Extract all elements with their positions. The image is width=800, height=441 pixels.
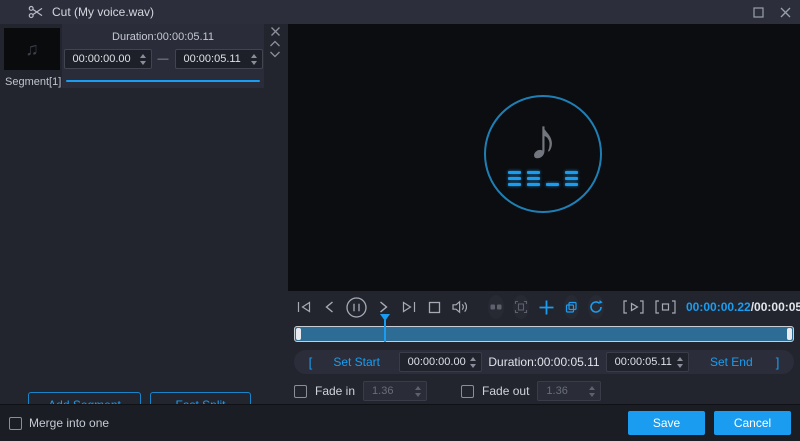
spinner-down-icon[interactable] bbox=[415, 392, 422, 397]
open-bracket: [ bbox=[308, 354, 313, 370]
segment-start-spinner[interactable] bbox=[137, 53, 149, 65]
trim-end-handle[interactable] bbox=[787, 328, 792, 340]
segment-progress-line bbox=[66, 80, 260, 82]
segment-start-value[interactable]: 00:00:00.00 bbox=[73, 53, 137, 65]
spinner-up-icon[interactable] bbox=[470, 356, 477, 361]
fade-out-input[interactable]: 1.36 bbox=[537, 381, 602, 401]
set-end-button[interactable]: Set End bbox=[695, 355, 767, 369]
range-separator: — bbox=[157, 53, 169, 65]
fade-in-value: 1.36 bbox=[372, 385, 394, 397]
spinner-down-icon[interactable] bbox=[589, 392, 596, 397]
trim-start-input[interactable]: 00:00:00.00 bbox=[398, 352, 483, 372]
segment-list-panel: ♫ Segment[1] Duration:00:00:05.11 00:00:… bbox=[0, 24, 288, 418]
segment-thumbnail[interactable]: ♫ bbox=[4, 28, 60, 70]
spinner-up-icon[interactable] bbox=[677, 356, 684, 361]
timeline[interactable] bbox=[294, 314, 794, 346]
segment-start-input[interactable]: 00:00:00.00 bbox=[63, 49, 152, 69]
trim-end-value[interactable]: 00:00:05.11 bbox=[615, 356, 675, 368]
playhead-line bbox=[384, 320, 386, 342]
spinner-up-icon[interactable] bbox=[415, 385, 422, 390]
fade-out-spinner[interactable] bbox=[586, 385, 598, 397]
trim-duration-label: Duration:00:00:05.11 bbox=[488, 355, 600, 369]
merge-label: Merge into one bbox=[29, 416, 110, 430]
move-up-icon[interactable] bbox=[269, 39, 281, 48]
trim-end-spinner[interactable] bbox=[674, 356, 686, 368]
music-notes-icon: ♫ bbox=[25, 38, 39, 59]
segment-end-spinner[interactable] bbox=[248, 53, 260, 65]
merge-option[interactable]: Merge into one bbox=[9, 416, 109, 430]
fade-in-input[interactable]: 1.36 bbox=[363, 381, 428, 401]
spinner-up-icon[interactable] bbox=[589, 385, 596, 390]
preview-panel: ♪ 00:00:00.22/00:00:05 [Set Start 00:00… bbox=[288, 24, 800, 404]
segment-duration-label: Duration:00:00:05.11 bbox=[112, 31, 214, 43]
trim-start-spinner[interactable] bbox=[467, 356, 479, 368]
spinner-up-icon[interactable] bbox=[250, 53, 257, 58]
timeline-track[interactable] bbox=[294, 326, 794, 342]
fade-in-checkbox[interactable] bbox=[294, 384, 307, 398]
fade-in-spinner[interactable] bbox=[412, 385, 424, 397]
move-down-icon[interactable] bbox=[269, 50, 281, 59]
fade-out-value: 1.36 bbox=[546, 385, 568, 397]
footer-bar: Merge into one Save Cancel bbox=[0, 404, 800, 441]
total-time: /00:00:05.11 bbox=[750, 300, 800, 314]
audio-disc: ♪ bbox=[484, 95, 602, 213]
volume-button[interactable] bbox=[451, 299, 470, 315]
spinner-down-icon[interactable] bbox=[139, 60, 146, 65]
stop-segment-button[interactable] bbox=[654, 299, 677, 315]
close-bracket: ] bbox=[775, 354, 780, 370]
segment-end-input[interactable]: 00:00:05.11 bbox=[174, 49, 263, 69]
play-segment-button[interactable] bbox=[622, 299, 645, 315]
delete-segment-icon[interactable] bbox=[270, 26, 281, 37]
trim-settings-bar: [ Set Start 00:00:00.00 Duration:00:00:0… bbox=[294, 350, 794, 374]
spinner-down-icon[interactable] bbox=[677, 363, 684, 368]
fade-out-checkbox[interactable] bbox=[461, 384, 475, 398]
next-frame-button[interactable] bbox=[400, 299, 418, 315]
time-display: 00:00:00.22/00:00:05.11 bbox=[686, 300, 800, 314]
segment-actions bbox=[266, 26, 284, 59]
stop-button[interactable] bbox=[427, 300, 442, 315]
add-button[interactable] bbox=[538, 299, 555, 316]
step-backward-button[interactable] bbox=[322, 299, 336, 315]
segment-label: Segment[1] bbox=[5, 76, 62, 88]
window-title: Cut (My voice.wav) bbox=[52, 5, 155, 19]
close-button[interactable] bbox=[779, 6, 792, 19]
trim-start-handle[interactable] bbox=[296, 328, 301, 340]
scissors-icon bbox=[28, 4, 44, 20]
audio-preview-area: ♪ bbox=[288, 24, 800, 291]
spinner-down-icon[interactable] bbox=[250, 60, 257, 65]
set-start-button[interactable]: Set Start bbox=[321, 355, 393, 369]
trim-start-value[interactable]: 00:00:00.00 bbox=[408, 356, 468, 368]
segment-end-value[interactable]: 00:00:05.11 bbox=[184, 53, 248, 65]
titlebar: Cut (My voice.wav) bbox=[0, 0, 800, 24]
spinner-up-icon[interactable] bbox=[139, 53, 146, 58]
previous-frame-button[interactable] bbox=[295, 299, 313, 315]
music-note-icon: ♪ bbox=[528, 107, 558, 172]
merge-checkbox[interactable] bbox=[9, 416, 22, 430]
maximize-button[interactable] bbox=[752, 6, 765, 19]
spinner-down-icon[interactable] bbox=[470, 363, 477, 368]
save-button[interactable]: Save bbox=[628, 411, 705, 435]
step-forward-button[interactable] bbox=[377, 299, 391, 315]
fade-controls: Fade in 1.36 Fade out 1.36 bbox=[294, 380, 794, 402]
fade-in-label: Fade in bbox=[315, 384, 356, 398]
fade-out-label: Fade out bbox=[482, 384, 530, 398]
trim-end-input[interactable]: 00:00:05.11 bbox=[605, 352, 690, 372]
cancel-button[interactable]: Cancel bbox=[714, 411, 791, 435]
current-time: 00:00:00.22 bbox=[686, 300, 751, 314]
equalizer-icon bbox=[508, 171, 578, 186]
segment-card[interactable]: Duration:00:00:05.11 00:00:00.00 — 00:00… bbox=[62, 24, 264, 88]
